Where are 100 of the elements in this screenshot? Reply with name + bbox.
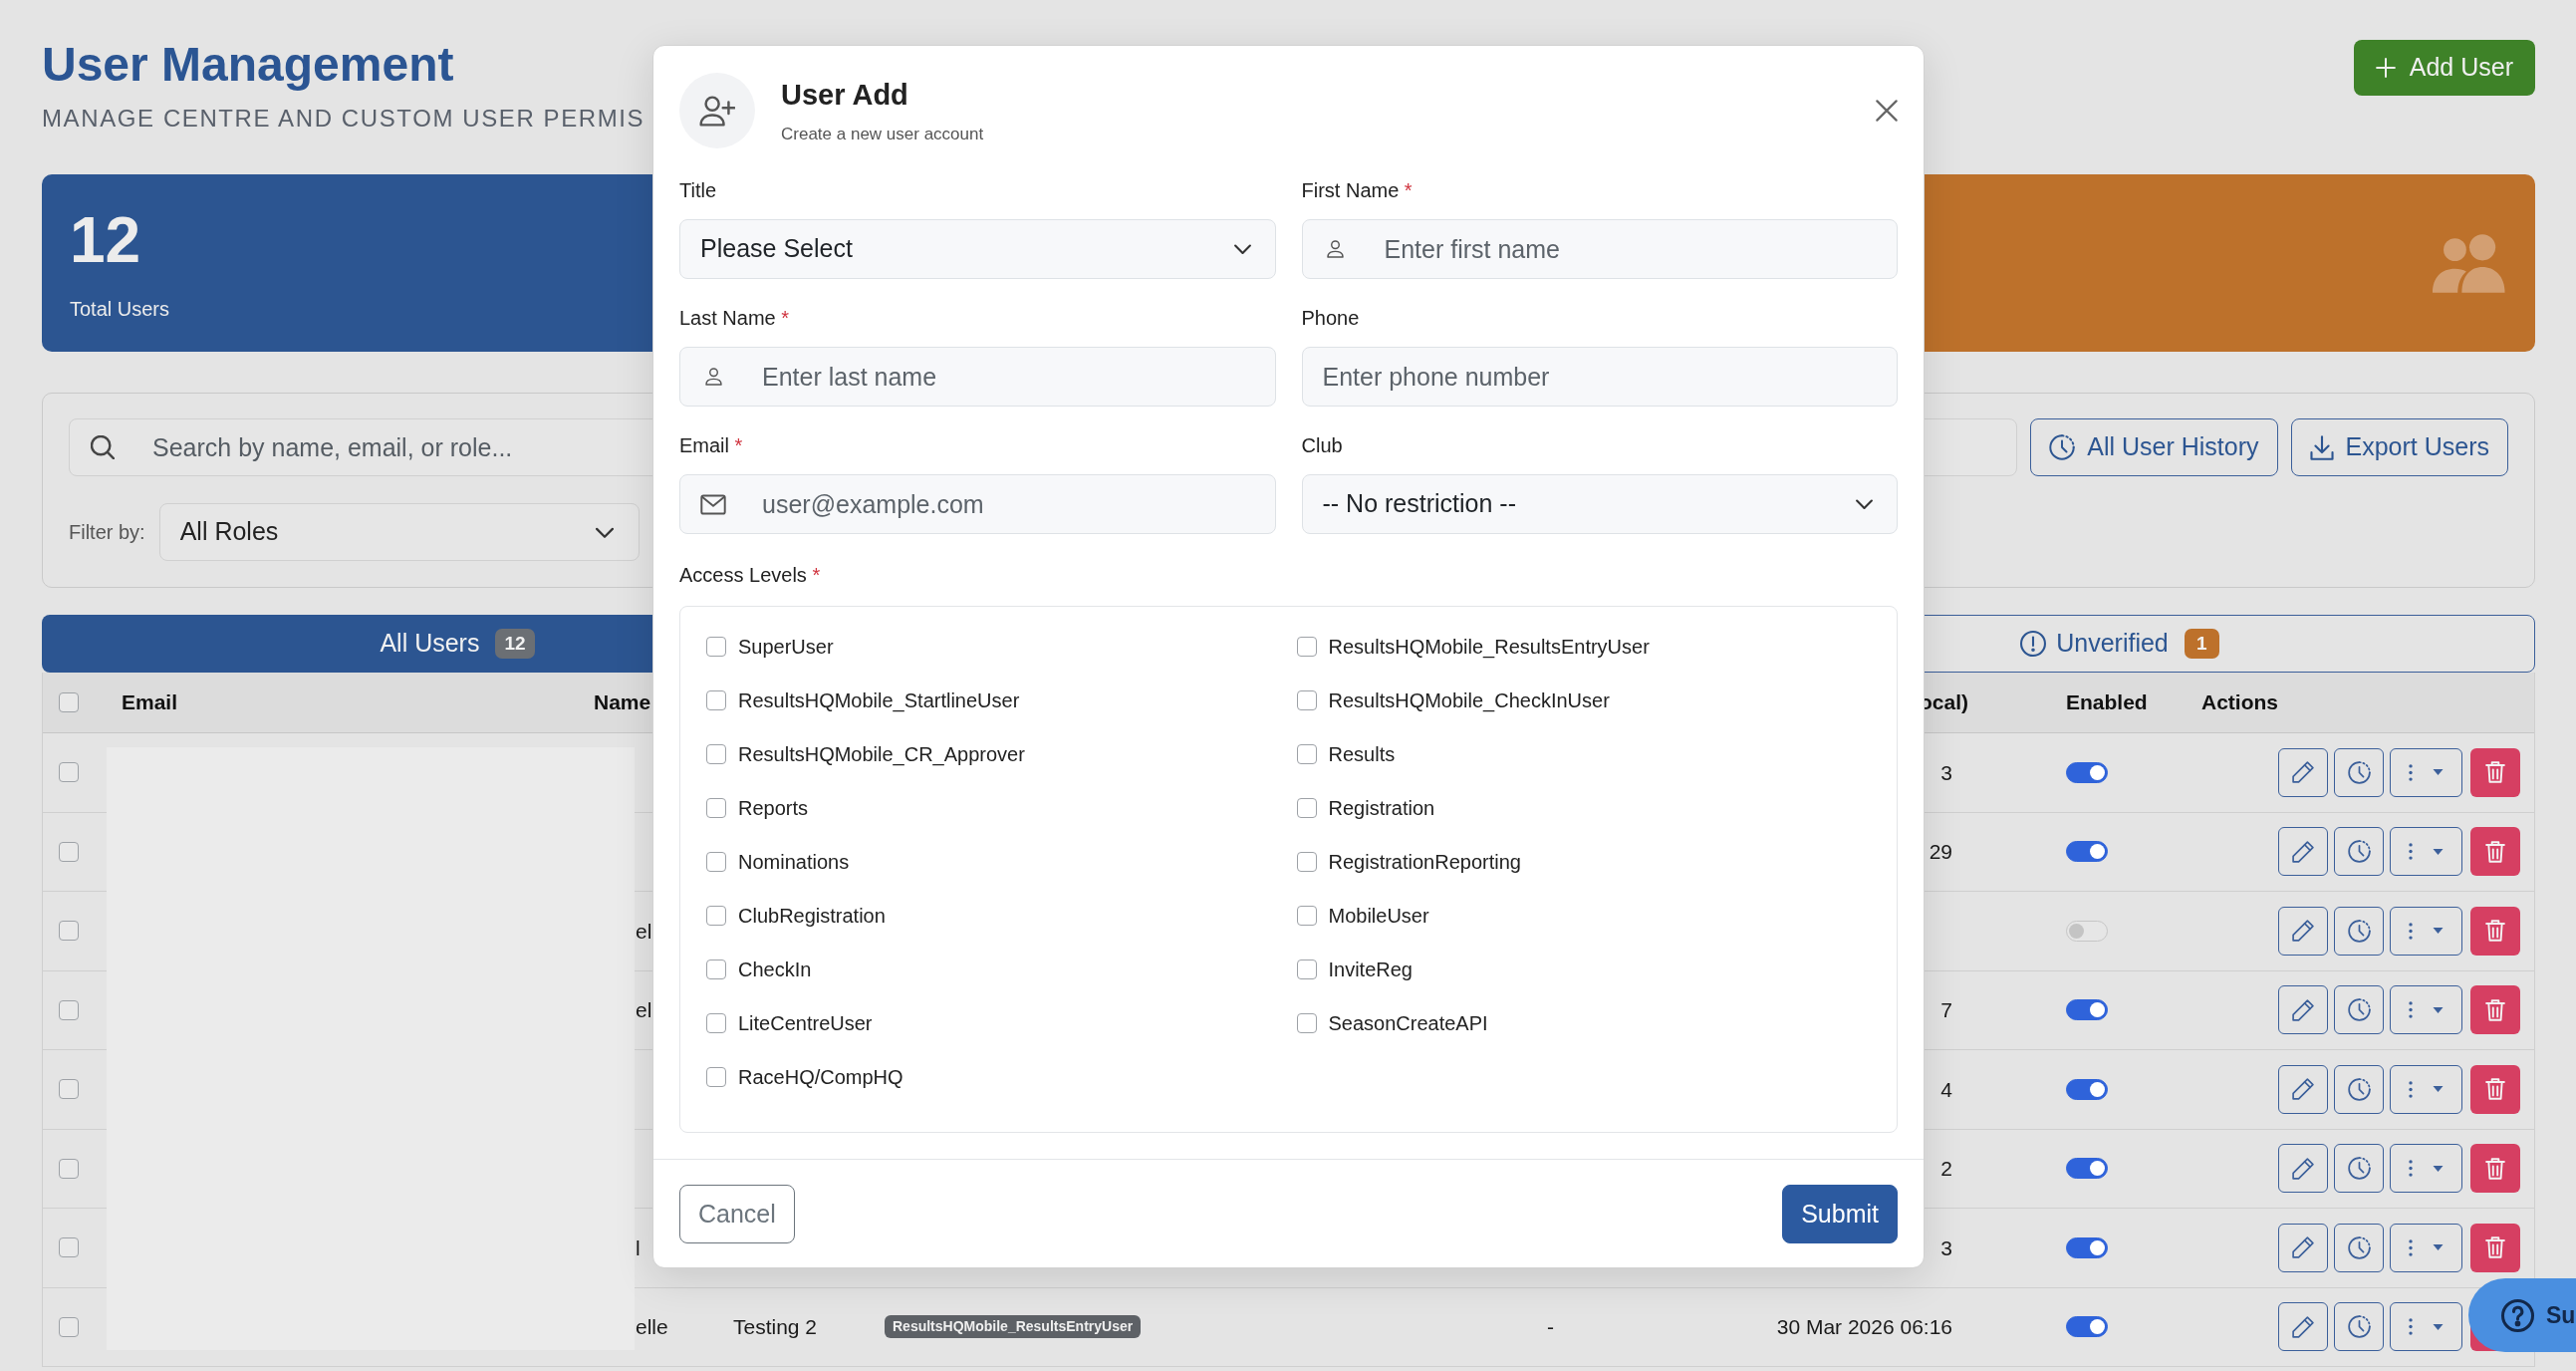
delete-button[interactable] (2470, 985, 2520, 1035)
history-button[interactable] (2334, 747, 2384, 797)
checkbox[interactable] (1296, 852, 1317, 872)
checkbox[interactable] (1296, 637, 1317, 657)
row-checkbox[interactable] (59, 1237, 79, 1258)
checkbox[interactable] (706, 744, 726, 764)
delete-button[interactable] (2470, 906, 2520, 956)
trash-icon (2485, 1236, 2505, 1259)
delete-button[interactable] (2470, 747, 2520, 797)
select-field[interactable]: -- No restriction -- (1301, 474, 1898, 534)
history-button[interactable] (2334, 1302, 2384, 1352)
enabled-toggle[interactable] (2066, 1316, 2108, 1338)
enabled-toggle[interactable] (2066, 761, 2108, 783)
enabled-toggle[interactable] (2066, 1158, 2108, 1180)
checkbox[interactable] (1296, 690, 1317, 710)
enabled-toggle[interactable] (2066, 999, 2108, 1021)
edit-button[interactable] (2278, 1223, 2328, 1272)
table-cell-text: 29 (1929, 839, 1952, 865)
table-cell-text: 7 (1940, 997, 1952, 1023)
more-options-button[interactable] (2390, 906, 2462, 956)
history-button[interactable] (2334, 1223, 2384, 1272)
checkbox[interactable] (706, 906, 726, 926)
option-label: ResultsHQMobile_ResultsEntryUser (1328, 635, 1650, 661)
kebab-icon (2409, 843, 2413, 861)
caret-down-icon (2433, 1006, 2444, 1013)
history-button[interactable] (2334, 906, 2384, 956)
row-checkbox[interactable] (59, 999, 79, 1020)
enabled-toggle[interactable] (2066, 1078, 2108, 1100)
enabled-toggle[interactable] (2066, 1236, 2108, 1258)
add-user-button[interactable]: Add User (2353, 40, 2535, 96)
edit-button[interactable] (2278, 1144, 2328, 1194)
export-button[interactable]: Export Users (2290, 418, 2508, 476)
checkbox[interactable] (1296, 960, 1317, 979)
row-checkbox[interactable] (59, 762, 79, 783)
more-options-button[interactable] (2390, 1302, 2462, 1352)
checkbox[interactable] (706, 1013, 726, 1033)
role-select[interactable]: All Roles (158, 503, 640, 561)
history-button[interactable] (2334, 1064, 2384, 1114)
edit-button[interactable] (2278, 827, 2328, 877)
row-checkbox[interactable] (59, 921, 79, 942)
submit-button[interactable]: Submit (1782, 1185, 1898, 1243)
delete-button[interactable] (2470, 1223, 2520, 1272)
more-options-button[interactable] (2390, 1144, 2462, 1194)
trash-icon (2485, 920, 2505, 943)
row-checkbox[interactable] (59, 1079, 79, 1100)
option-label: InviteReg (1328, 958, 1413, 982)
checkbox[interactable] (706, 1067, 726, 1087)
more-options-button[interactable] (2390, 1064, 2462, 1114)
field-label: First Name * (1301, 178, 1413, 202)
edit-button[interactable] (2278, 1302, 2328, 1352)
select-all-checkbox[interactable] (59, 692, 79, 712)
trash-icon (2485, 998, 2505, 1021)
checkbox[interactable] (1296, 744, 1317, 764)
more-options-button[interactable] (2390, 747, 2462, 797)
search-icon (91, 435, 115, 459)
edit-button[interactable] (2278, 906, 2328, 956)
row-checkbox[interactable] (59, 841, 79, 862)
count-badge: 1 (2184, 629, 2219, 659)
pencil-icon (2292, 761, 2314, 784)
edit-button[interactable] (2278, 985, 2328, 1035)
checkbox[interactable] (1296, 798, 1317, 818)
delete-button[interactable] (2470, 1064, 2520, 1114)
more-options-button[interactable] (2390, 1223, 2462, 1272)
enabled-toggle[interactable] (2066, 920, 2108, 942)
more-options-button[interactable] (2390, 827, 2462, 877)
delete-button[interactable] (2470, 827, 2520, 877)
checkbox[interactable] (1296, 906, 1317, 926)
more-options-button[interactable] (2390, 985, 2462, 1035)
history-button[interactable] (2334, 1144, 2384, 1194)
input-field[interactable]: user@example.com (679, 474, 1276, 534)
history-button[interactable] (2334, 985, 2384, 1035)
checkbox[interactable] (706, 690, 726, 710)
edit-button[interactable] (2278, 1064, 2328, 1114)
history-button[interactable]: All User History (2030, 418, 2278, 476)
stat-value: 12 (70, 204, 141, 276)
caret-down-icon (2433, 1086, 2444, 1093)
row-checkbox[interactable] (59, 1316, 79, 1337)
history-button[interactable] (2334, 827, 2384, 877)
select-field[interactable]: Please Select (679, 219, 1276, 279)
checkbox[interactable] (706, 637, 726, 657)
input-field[interactable]: Enter last name (679, 347, 1276, 407)
checkbox[interactable] (706, 852, 726, 872)
table-cell: l (636, 1235, 641, 1259)
help-toast[interactable]: Su (2468, 1278, 2576, 1352)
checkbox[interactable] (706, 798, 726, 818)
enabled-toggle[interactable] (2066, 841, 2108, 863)
kebab-icon (2409, 763, 2413, 781)
checkbox[interactable] (1296, 1013, 1317, 1033)
option-label: ResultsHQMobile_StartlineUser (738, 688, 1020, 714)
row-checkbox[interactable] (59, 1158, 79, 1179)
download-icon (2309, 434, 2334, 460)
kebab-icon (2409, 1318, 2413, 1336)
option-label: Registration (1328, 796, 1435, 821)
delete-button[interactable] (2470, 1144, 2520, 1194)
cancel-button[interactable]: Cancel (679, 1185, 795, 1243)
close-button[interactable] (1876, 100, 1898, 122)
input-field[interactable]: Enter phone number (1301, 347, 1898, 407)
checkbox[interactable] (706, 960, 726, 979)
input-field[interactable]: Enter first name (1301, 219, 1898, 279)
edit-button[interactable] (2278, 747, 2328, 797)
